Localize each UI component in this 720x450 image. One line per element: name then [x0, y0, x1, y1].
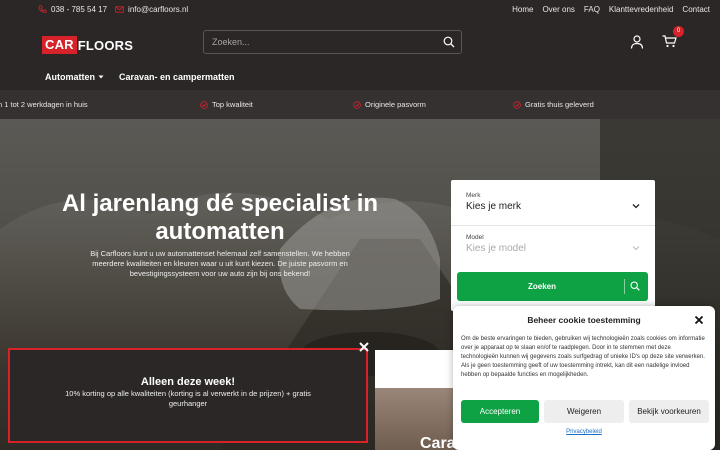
zoeken-button-label: Zoeken — [527, 282, 556, 291]
usp-quality: Top kwaliteit — [200, 100, 253, 109]
merk-select[interactable]: Merk Kies je merk — [466, 192, 648, 212]
usp-delivery: n 1 tot 2 werkdagen in huis — [0, 100, 88, 109]
usp-quality-label: Top kwaliteit — [212, 100, 253, 109]
carfloors-logo[interactable]: CAR FLOORS — [42, 36, 133, 54]
top-link-over-ons[interactable]: Over ons — [542, 5, 574, 14]
search-input[interactable] — [212, 35, 432, 49]
model-select[interactable]: Model Kies je model — [466, 234, 648, 254]
email-link[interactable]: info@carfloors.nl — [115, 5, 188, 14]
check-icon — [513, 100, 521, 109]
merk-label: Merk — [466, 192, 481, 199]
mail-icon — [115, 6, 124, 13]
merk-value: Kies je merk — [466, 201, 522, 212]
cart-icon[interactable] — [662, 35, 677, 48]
logo-car: CAR — [42, 36, 77, 54]
phone-icon — [38, 5, 47, 13]
check-icon — [200, 100, 208, 109]
chevron-down-icon — [632, 204, 640, 209]
privacy-policy-link[interactable]: Privacybeleid — [453, 429, 715, 435]
account-icon[interactable] — [630, 35, 644, 49]
promo-text: 10% korting op alle kwaliteiten (korting… — [65, 389, 311, 408]
model-label: Model — [466, 234, 484, 241]
accept-button[interactable]: Accepteren — [461, 400, 539, 423]
top-link-klanttevredenheid[interactable]: Klanttevredenheid — [609, 5, 674, 14]
top-links: Home Over ons FAQ Klanttevredenheid Cont… — [512, 5, 710, 14]
contact-info: 038 - 785 54 17 info@carfloors.nl — [38, 5, 188, 14]
chevron-down-icon — [98, 75, 104, 79]
cookie-consent-dialog: Beheer cookie toestemming Om de beste er… — [453, 306, 715, 450]
zoeken-button[interactable]: Zoeken — [457, 272, 648, 301]
search-icon[interactable] — [443, 36, 455, 48]
cookie-title: Beheer cookie toestemming — [527, 315, 641, 325]
top-link-faq[interactable]: FAQ — [584, 5, 600, 14]
usp-bar: n 1 tot 2 werkdagen in huis Top kwalitei… — [0, 90, 720, 119]
header: CAR FLOORS 0 — [0, 20, 720, 68]
usp-shipping-label: Gratis thuis geleverd — [525, 100, 594, 109]
usp-shipping: Gratis thuis geleverd — [513, 100, 594, 109]
usp-fit: Originele pasvorm — [353, 100, 426, 109]
hero-text: Bij Carfloors kunt u uw automattenset he… — [90, 249, 350, 278]
search-box — [203, 30, 462, 54]
usp-fit-label: Originele pasvorm — [365, 100, 426, 109]
nav-automatten-label: Automatten — [45, 72, 95, 82]
phone-number: 038 - 785 54 17 — [51, 5, 108, 14]
deny-button[interactable]: Weigeren — [544, 400, 624, 423]
check-icon — [353, 100, 361, 109]
divider — [624, 279, 625, 294]
email-address: info@carfloors.nl — [128, 5, 189, 14]
logo-floors: FLOORS — [77, 37, 134, 53]
close-icon[interactable] — [358, 341, 370, 353]
car-filter-card: Merk Kies je merk Model Kies je model Zo… — [451, 180, 655, 311]
usp-delivery-label: n 1 tot 2 werkdagen in huis — [0, 100, 88, 109]
nav-caravan-campermatten[interactable]: Caravan- en campermatten — [119, 72, 235, 82]
close-icon[interactable] — [694, 315, 704, 325]
top-link-contact[interactable]: Contact — [682, 5, 710, 14]
phone-link[interactable]: 038 - 785 54 17 — [38, 5, 107, 14]
promo-title: Alleen deze week! — [140, 376, 236, 388]
model-value: Kies je model — [466, 243, 527, 254]
top-bar: 038 - 785 54 17 info@carfloors.nl Home O… — [0, 0, 720, 20]
top-link-home[interactable]: Home — [512, 5, 533, 14]
search-icon — [630, 281, 640, 291]
cart-count-badge: 0 — [673, 26, 684, 37]
cookie-text: Om de beste ervaringen te bieden, gebrui… — [461, 336, 705, 378]
chevron-down-icon — [632, 246, 640, 251]
divider — [451, 225, 655, 226]
nav-automatten[interactable]: Automatten — [45, 72, 104, 82]
main-nav: Automatten Caravan- en campermatten — [0, 68, 720, 90]
promo-popup: Alleen deze week! 10% korting op alle kw… — [8, 348, 368, 443]
hero-title: Al jarenlang dé specialist in automatten — [61, 190, 379, 245]
view-preferences-button[interactable]: Bekijk voorkeuren — [629, 400, 709, 423]
content-card — [375, 350, 465, 388]
